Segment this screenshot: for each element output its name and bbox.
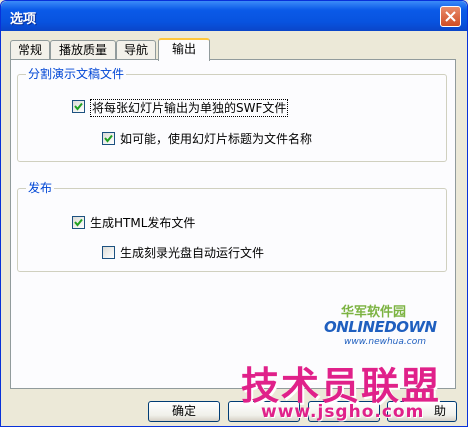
- options-dialog: 选项 常规 播放质量 导航 输出 分割演示文稿文件 将每张幻灯片输出为单独的SW…: [0, 0, 468, 427]
- group-publish-title: 发布: [26, 181, 55, 195]
- generate-autorun-checkbox[interactable]: [102, 246, 115, 259]
- checkmark-icon: [104, 134, 113, 143]
- ok-button-label: 确定: [171, 404, 196, 418]
- generate-html-checkbox[interactable]: [72, 216, 85, 229]
- tab-playback-quality-label: 播放质量: [58, 43, 107, 57]
- checkmark-icon: [74, 218, 83, 227]
- generate-autorun-label: 生成刻录光盘自动运行文件: [120, 246, 265, 260]
- title-bar[interactable]: 选项: [1, 1, 467, 31]
- tab-navigation[interactable]: 导航: [116, 40, 156, 59]
- group-split-presentation: 分割演示文稿文件 将每张幻灯片输出为单独的SWF文件 如可能，使用幻灯片标题为文…: [17, 67, 447, 162]
- watermark-onlinedown-logo: 华军软件园 ONLINEDOWN www.newhua.com: [324, 301, 437, 361]
- group-split-title: 分割演示文稿文件: [26, 67, 127, 81]
- tab-general-label: 常规: [17, 43, 42, 57]
- watermark-brand-url: www.newhua.com: [344, 337, 426, 347]
- tab-general[interactable]: 常规: [10, 40, 50, 59]
- ok-button[interactable]: 确定: [148, 401, 220, 422]
- export-each-slide-checkbox[interactable]: [72, 100, 85, 113]
- group-publish: 发布 生成HTML发布文件 生成刻录光盘自动运行文件: [17, 181, 447, 272]
- dialog-title: 选项: [10, 12, 37, 27]
- watermark-brand-en: ONLINEDOWN: [324, 318, 437, 336]
- checkmark-icon: [74, 102, 83, 111]
- watermark-site-url: www.jsgho.com: [261, 402, 425, 422]
- tab-playback-quality[interactable]: 播放质量: [50, 40, 116, 59]
- tab-navigation-label: 导航: [123, 43, 148, 57]
- export-each-slide-label: 将每张幻灯片输出为单独的SWF文件: [90, 99, 289, 117]
- close-icon: [445, 11, 456, 22]
- generate-html-label: 生成HTML发布文件: [90, 216, 196, 230]
- close-button[interactable]: [440, 6, 461, 27]
- tab-output-label: 输出: [171, 42, 196, 56]
- use-slide-title-label: 如可能，使用幻灯片标题为文件名称: [120, 132, 313, 146]
- use-slide-title-checkbox[interactable]: [102, 132, 115, 145]
- tab-output[interactable]: 输出: [158, 38, 210, 61]
